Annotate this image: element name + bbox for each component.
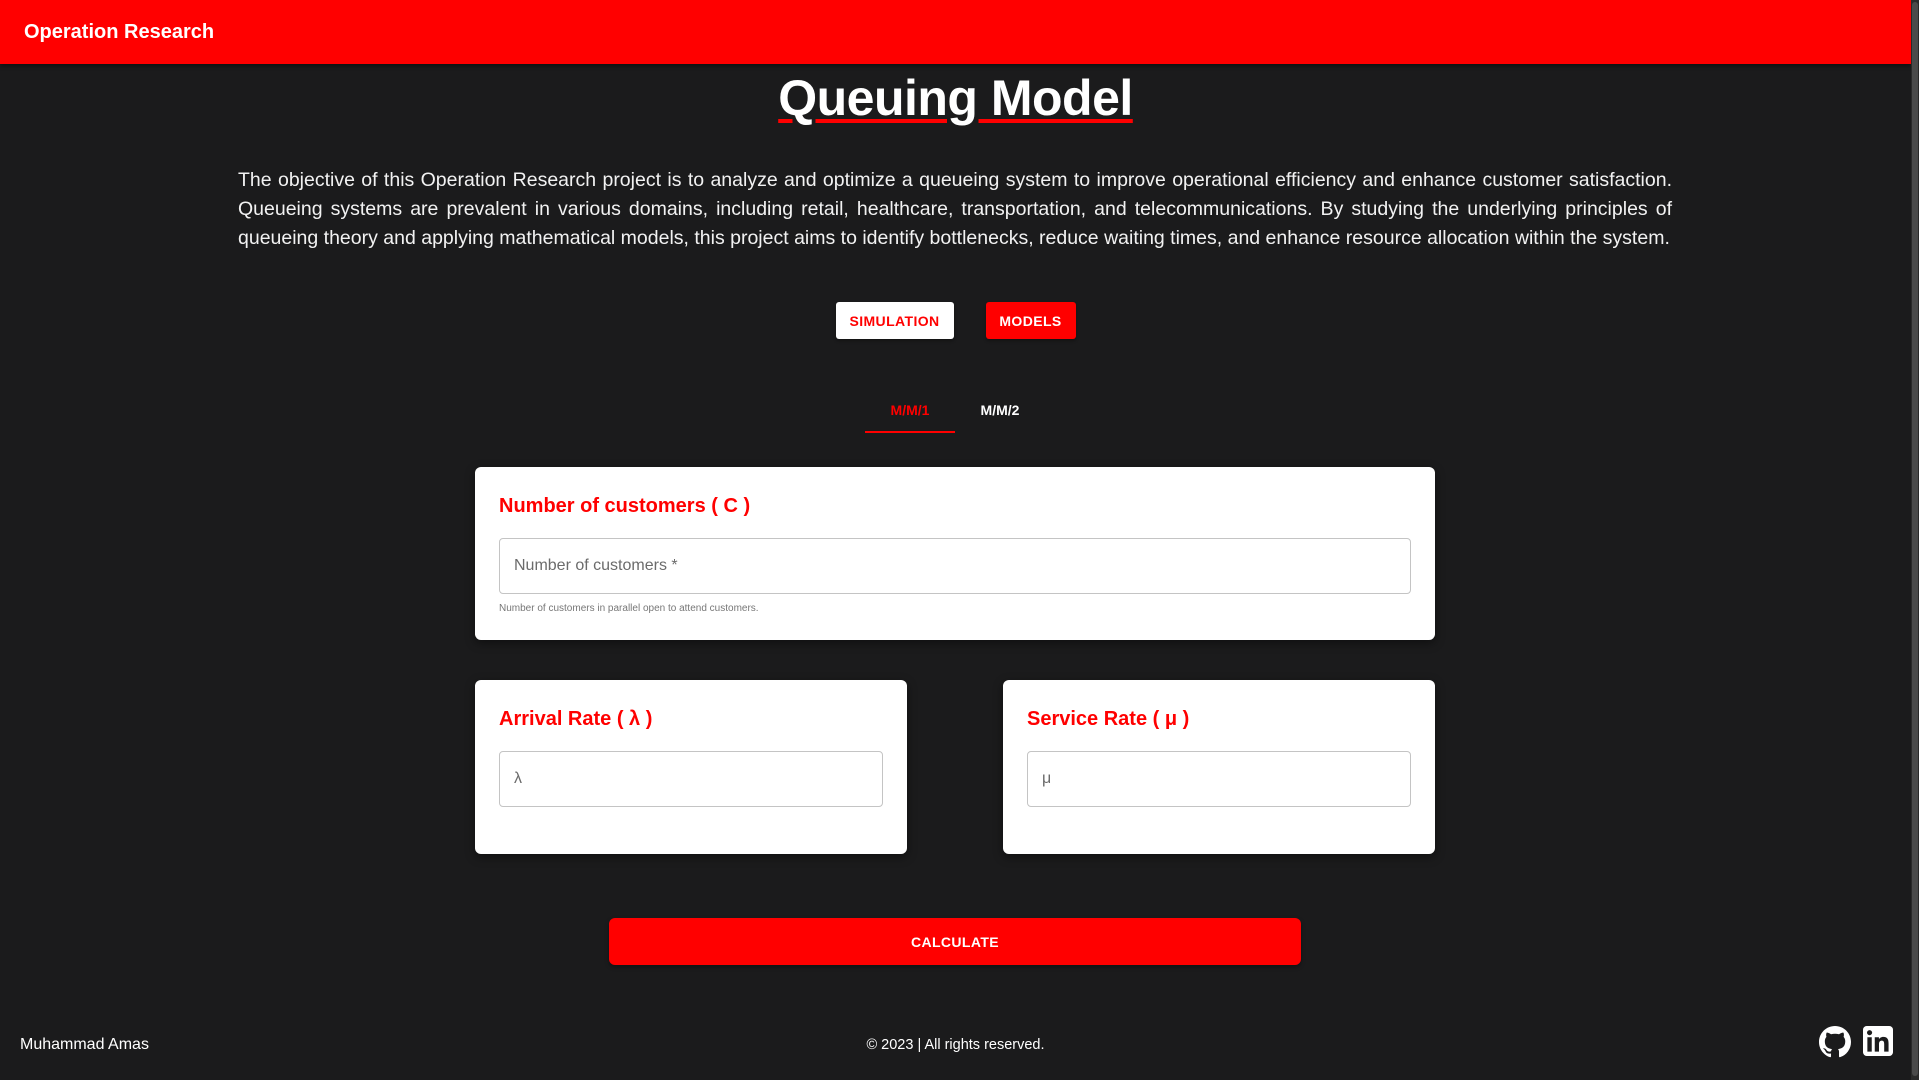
tab-mm2[interactable]: M/M/2 — [955, 387, 1045, 433]
simulation-button[interactable]: SIMULATION — [835, 302, 954, 339]
github-icon[interactable] — [1819, 1026, 1851, 1058]
models-button[interactable]: MODELS — [985, 302, 1076, 339]
app-title: Operation Research — [24, 20, 215, 43]
project-description: The objective of this Operation Research… — [238, 169, 1672, 249]
model-tabs: M/M/1 M/M/2 — [865, 387, 1045, 433]
social-links — [1819, 1026, 1893, 1058]
calculate-button[interactable]: CALCULATE — [609, 918, 1301, 965]
service-rate-title: Service Rate ( μ ) — [1027, 708, 1190, 730]
app-bar: Operation Research — [0, 0, 1911, 64]
service-rate-input[interactable]: μ — [1027, 751, 1411, 807]
copyright-text: © 2023 | All rights reserved. — [866, 1037, 1045, 1053]
customers-input-placeholder: Number of customers * — [514, 557, 678, 574]
arrival-rate-title: Arrival Rate ( λ ) — [499, 708, 653, 730]
tab-mm1[interactable]: M/M/1 — [865, 387, 955, 433]
service-rate-placeholder: μ — [1042, 770, 1052, 787]
service-rate-card: Service Rate ( μ ) μ — [1003, 680, 1435, 854]
page-title: Queuing Model — [778, 70, 1133, 126]
customers-helper-text: Number of customers in parallel open to … — [499, 603, 759, 614]
page-title-wrap: Queuing Model — [0, 66, 1911, 130]
customers-input[interactable]: Number of customers * — [499, 538, 1411, 594]
arrival-rate-input[interactable]: λ — [499, 751, 883, 807]
arrival-rate-placeholder: λ — [514, 770, 522, 787]
customers-card: Number of customers ( C ) Number of cust… — [475, 467, 1435, 640]
customers-card-title: Number of customers ( C ) — [499, 495, 751, 517]
linkedin-icon[interactable] — [1863, 1026, 1893, 1058]
scrollbar-thumb[interactable] — [1912, 2, 1918, 1076]
mode-button-group: SIMULATION MODELS — [0, 302, 1911, 339]
arrival-rate-card: Arrival Rate ( λ ) λ — [475, 680, 907, 854]
scrollbar[interactable] — [1911, 0, 1919, 1080]
